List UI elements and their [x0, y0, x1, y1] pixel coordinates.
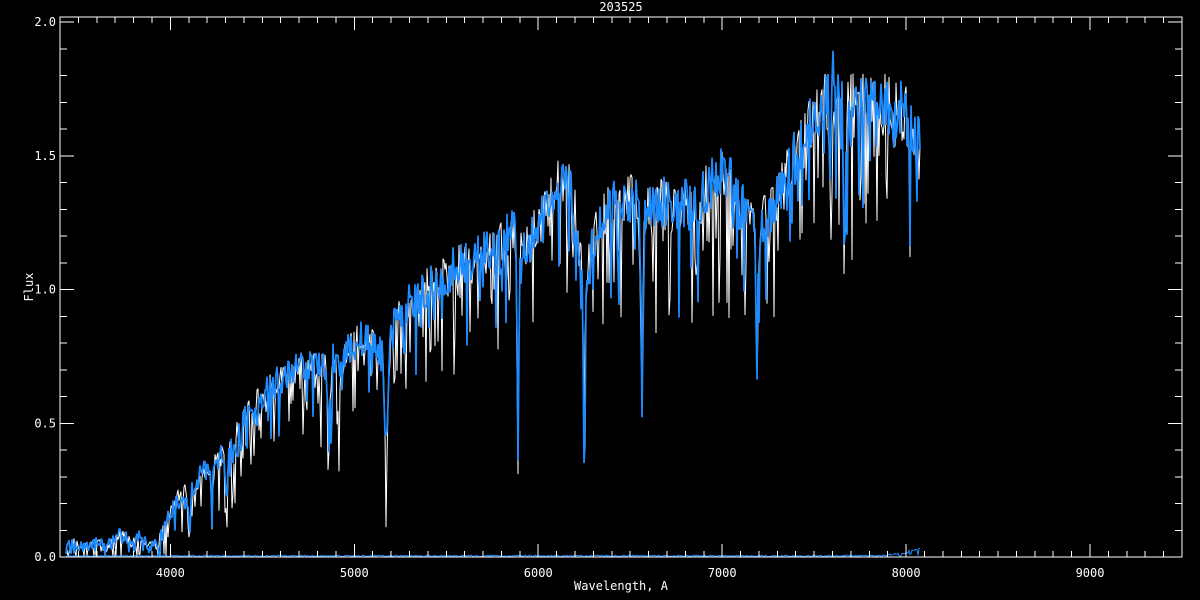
- spectrum-plot-window: 4000 5000 6000 7000 8000 9000 0.0 0.5 1.0 1.5 2.0 …: [0, 0, 1200, 600]
- y-tick-label: 1.0: [34, 283, 56, 297]
- x-tick-label: 6000: [524, 566, 553, 580]
- plot-background: [0, 0, 1200, 600]
- y-tick-label: 0.5: [34, 416, 56, 430]
- x-tick-label: 5000: [340, 566, 369, 580]
- y-tick-label: 2.0: [34, 15, 56, 29]
- x-tick-label: 9000: [1076, 566, 1105, 580]
- spectrum-chart: 4000 5000 6000 7000 8000 90000.00.51.01.52.0 …: [0, 0, 1200, 600]
- x-axis-label: Wavelength, A: [574, 579, 669, 593]
- y-axis-label: Flux: [22, 273, 36, 302]
- y-tick-label: 0.0: [34, 550, 56, 564]
- x-tick-label: 4000: [156, 566, 185, 580]
- y-tick-label: 1.5: [34, 149, 56, 163]
- plot-title: 203525: [599, 0, 642, 14]
- x-tick-label: 8000: [892, 566, 921, 580]
- x-tick-label: 7000: [708, 566, 737, 580]
